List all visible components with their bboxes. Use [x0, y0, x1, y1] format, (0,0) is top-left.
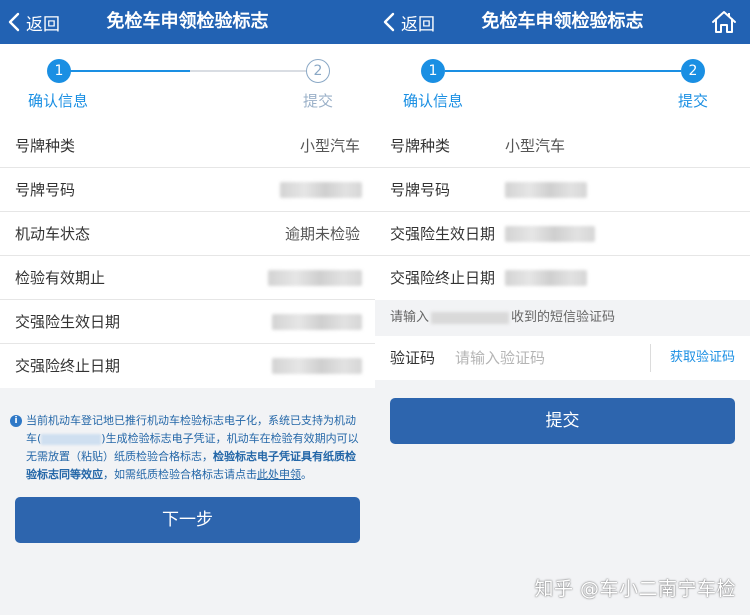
- row-label: 机动车状态: [15, 225, 91, 243]
- row-label: 交强险终止日期: [15, 357, 121, 375]
- back-label: 返回: [401, 14, 435, 35]
- redacted-value: [268, 270, 362, 286]
- nav-bar: 返回 免检车申领检验标志: [375, 0, 750, 44]
- next-step-button[interactable]: 下一步: [15, 497, 360, 543]
- e-certificate-notice: i 当前机动车登记地已推行机动车检验标志电子化，系统已支持为机动车()生成检验标…: [10, 412, 365, 484]
- info-row-plate-number: 号牌号码: [375, 168, 750, 212]
- step-1-label: 确认信息: [403, 92, 464, 110]
- row-value: 逾期未检验: [284, 225, 360, 243]
- left-screen: 返回 免检车申领检验标志 1 2 确认信息 提交 号牌种类 小型汽车 号牌号码 …: [0, 0, 375, 615]
- step-pending-line: [190, 70, 306, 72]
- redacted-phone: [431, 311, 510, 324]
- row-label: 交强险生效日期: [390, 225, 496, 243]
- row-label: 号牌种类: [15, 137, 76, 155]
- step-2-label: 提交: [303, 92, 334, 110]
- info-row-plate-type: 号牌种类 小型汽车: [375, 124, 750, 168]
- info-row-insurance-end: 交强险终止日期: [375, 256, 750, 300]
- watermark: 知乎 @车小二南宁车检: [534, 578, 736, 600]
- vehicle-info-list: 号牌种类 小型汽车 号牌号码 交强险生效日期 交强险终止日期: [375, 124, 750, 300]
- redacted-value: [505, 226, 595, 242]
- redacted-value: [272, 358, 362, 374]
- row-label: 号牌种类: [390, 137, 451, 155]
- step-progress-line: [70, 70, 190, 72]
- nav-bar: 返回 免检车申领检验标志: [0, 0, 375, 44]
- info-icon: i: [10, 415, 22, 427]
- info-row-inspection-expiry: 检验有效期止: [0, 256, 375, 300]
- info-row-insurance-start: 交强险生效日期: [0, 300, 375, 344]
- row-label: 号牌号码: [15, 181, 76, 199]
- back-button[interactable]: 返回: [383, 0, 435, 44]
- info-row-insurance-end: 交强险终止日期: [0, 344, 375, 388]
- step-indicator: 1 2 确认信息 提交: [375, 44, 750, 124]
- right-screen: 返回 免检车申领检验标志 1 2 确认信息 提交 号牌种类 小型汽车 号牌号码 …: [375, 0, 750, 615]
- row-value: 小型汽车: [299, 137, 360, 155]
- get-code-button[interactable]: 获取验证码: [670, 336, 735, 380]
- info-row-insurance-start: 交强险生效日期: [375, 212, 750, 256]
- redacted-value: [280, 182, 362, 198]
- chevron-left-icon: [8, 12, 20, 32]
- redacted-value: [505, 270, 587, 286]
- step-2-circle: 2: [681, 59, 705, 83]
- back-label: 返回: [26, 14, 60, 35]
- row-label: 检验有效期止: [15, 269, 106, 287]
- row-value: 小型汽车: [505, 137, 566, 155]
- apply-paper-link[interactable]: 此处申领: [257, 468, 301, 481]
- row-label: 号牌号码: [390, 181, 451, 199]
- row-label: 交强险生效日期: [15, 313, 121, 331]
- divider: [650, 344, 651, 372]
- step-2-circle: 2: [306, 59, 330, 83]
- row-label: 交强险终止日期: [390, 269, 496, 287]
- step-1-label: 确认信息: [28, 92, 89, 110]
- redacted-value: [272, 314, 362, 330]
- chevron-left-icon: [383, 12, 395, 32]
- step-progress-line: [445, 70, 681, 72]
- code-label: 验证码: [390, 349, 436, 367]
- verification-code-input[interactable]: [455, 346, 635, 370]
- sms-hint: 请输入 收到的短信验证码: [375, 300, 750, 336]
- info-row-plate-number: 号牌号码: [0, 168, 375, 212]
- step-indicator: 1 2 确认信息 提交: [0, 44, 375, 124]
- submit-button[interactable]: 提交: [390, 398, 735, 444]
- vehicle-info-list: 号牌种类 小型汽车 号牌号码 机动车状态 逾期未检验 检验有效期止 交强险生效日…: [0, 124, 375, 388]
- verification-code-row: 验证码 获取验证码: [375, 336, 750, 380]
- home-icon[interactable]: [710, 8, 738, 36]
- step-1-circle: 1: [421, 59, 445, 83]
- back-button[interactable]: 返回: [8, 0, 60, 44]
- info-row-vehicle-status: 机动车状态 逾期未检验: [0, 212, 375, 256]
- step-2-label: 提交: [678, 92, 709, 110]
- redacted-plate: [41, 433, 102, 445]
- notice-text: 当前机动车登记地已推行机动车检验标志电子化，系统已支持为机动车()生成检验标志电…: [26, 414, 359, 481]
- step-1-circle: 1: [47, 59, 71, 83]
- info-row-plate-type: 号牌种类 小型汽车: [0, 124, 375, 168]
- redacted-value: [505, 182, 587, 198]
